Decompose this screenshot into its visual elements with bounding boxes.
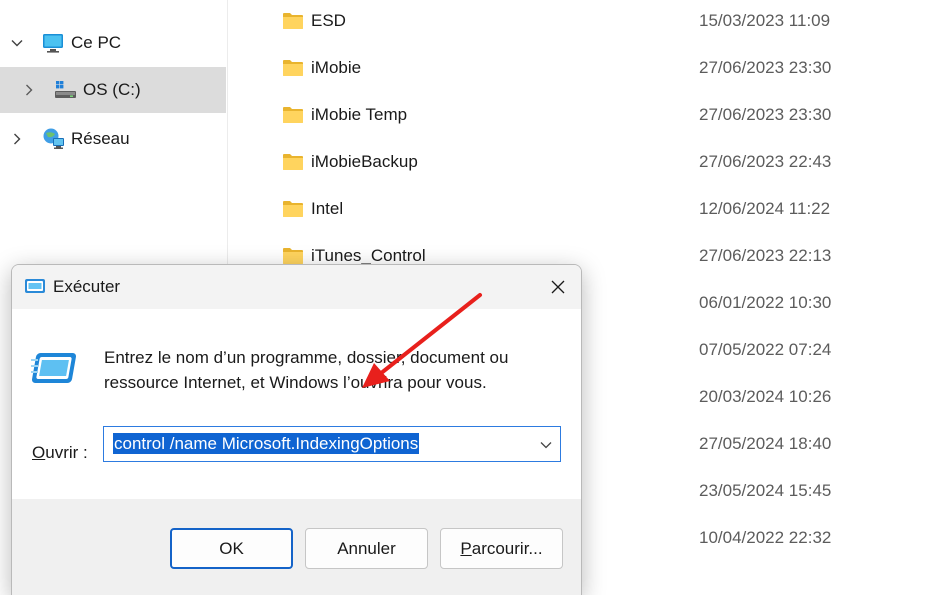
drive-icon	[54, 79, 76, 101]
file-date: 27/05/2024 18:40	[699, 433, 832, 453]
file-date: 15/03/2023 11:09	[699, 10, 831, 30]
nav-item-label: OS (C:)	[83, 80, 141, 99]
chevron-right-icon[interactable]	[9, 131, 25, 147]
network-icon	[42, 127, 64, 149]
file-date: 27/06/2023 23:30	[699, 57, 832, 77]
dialog-titlebar[interactable]: Exécuter	[12, 265, 581, 309]
run-command-value[interactable]: control /name Microsoft.IndexingOptions	[113, 433, 420, 454]
cancel-button[interactable]: Annuler	[305, 528, 428, 569]
run-large-icon	[31, 351, 81, 385]
file-name: ESD	[311, 10, 346, 30]
file-date: 07/05/2022 07:24	[699, 339, 832, 359]
folder-icon	[282, 58, 304, 78]
file-row[interactable]: ESD 15/03/2023 11:09	[270, 0, 943, 44]
file-date: 23/05/2024 15:45	[699, 480, 832, 500]
file-row[interactable]: iMobie Temp 27/06/2023 23:30	[270, 91, 943, 138]
close-button[interactable]	[535, 265, 581, 309]
dialog-description: Entrez le nom d’un programme, dossier, d…	[104, 348, 509, 392]
folder-icon	[282, 246, 304, 266]
folder-icon	[282, 105, 304, 125]
chevron-down-icon[interactable]	[9, 35, 25, 51]
run-dialog: Exécuter Entrez le nom d’un programme, d…	[11, 264, 582, 595]
folder-icon	[282, 11, 304, 31]
open-label-text: uvrir :	[45, 443, 88, 462]
run-icon	[24, 277, 46, 295]
annotation-arrow-icon	[362, 293, 482, 388]
browse-label: arcourir...	[471, 538, 543, 558]
file-row[interactable]: Intel 12/06/2024 11:22	[270, 185, 943, 232]
file-date: 12/06/2024 11:22	[699, 198, 831, 218]
file-date: 27/06/2023 22:43	[699, 151, 832, 171]
file-name: Intel	[311, 198, 344, 218]
nav-item-os-c[interactable]: OS (C:)	[0, 67, 226, 113]
file-name: iMobie Temp	[311, 104, 408, 124]
file-name: iMobieBackup	[311, 151, 418, 171]
file-date: 10/04/2022 22:32	[699, 527, 832, 547]
browse-accesskey: P	[460, 538, 472, 558]
nav-item-label: Ce PC	[71, 33, 122, 52]
run-command-input[interactable]: control /name Microsoft.IndexingOptions	[103, 426, 561, 462]
monitor-icon	[42, 32, 64, 54]
dialog-body: Entrez le nom d’un programme, dossier, d…	[12, 309, 581, 499]
file-row[interactable]: iMobieBackup 27/06/2023 22:43	[270, 138, 943, 185]
close-icon	[551, 280, 565, 294]
file-date: 27/06/2023 23:30	[699, 104, 832, 124]
nav-item-this-pc[interactable]: Ce PC	[0, 20, 226, 66]
chevron-right-icon[interactable]	[21, 82, 37, 98]
folder-icon	[282, 152, 304, 172]
ok-button[interactable]: OK	[170, 528, 293, 569]
file-name: iMobie	[311, 57, 362, 77]
nav-item-network[interactable]: Réseau	[0, 116, 226, 162]
open-label: Ouvrir :	[32, 443, 88, 463]
file-date: 06/01/2022 10:30	[699, 292, 832, 312]
file-name: iTunes_Control	[311, 245, 426, 265]
file-date: 27/06/2023 22:13	[699, 245, 832, 265]
file-date: 20/03/2024 10:26	[699, 386, 832, 406]
open-label-accesskey: O	[32, 443, 46, 462]
nav-item-label: Réseau	[71, 129, 130, 148]
file-row[interactable]: iMobie 27/06/2023 23:30	[270, 44, 943, 91]
folder-icon	[282, 199, 304, 219]
chevron-down-icon[interactable]	[538, 437, 554, 453]
browse-button[interactable]: Parcourir...	[440, 528, 563, 569]
dialog-footer: OK Annuler Parcourir...	[12, 499, 581, 595]
dialog-title: Exécuter	[53, 277, 121, 296]
